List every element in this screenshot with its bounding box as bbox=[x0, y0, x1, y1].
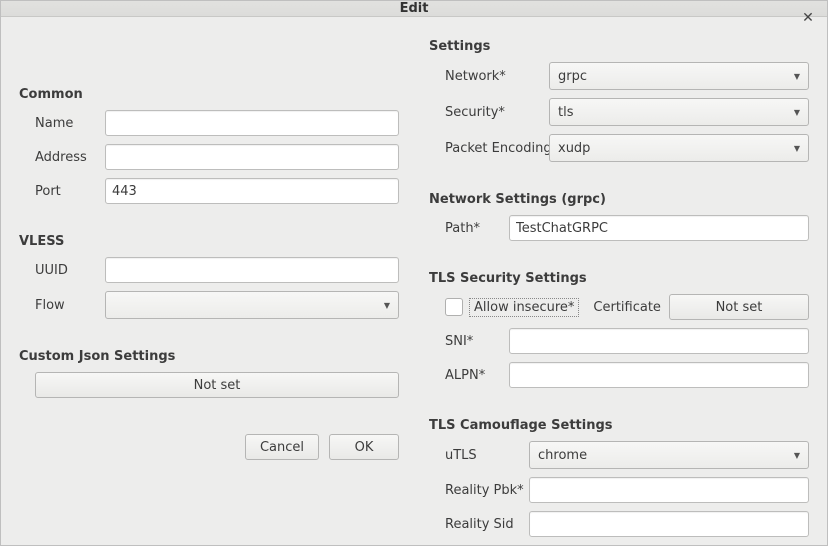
ok-button[interactable]: OK bbox=[329, 434, 399, 460]
titlebar: Edit ✕ bbox=[1, 1, 827, 17]
label-uuid: UUID bbox=[19, 263, 105, 278]
label-allow-insecure: Allow insecure* bbox=[469, 298, 579, 317]
section-title-settings: Settings bbox=[429, 39, 809, 54]
packet-encoding-select-value: xudp bbox=[558, 141, 590, 156]
section-vless: VLESS UUID Flow ▼ bbox=[19, 234, 399, 327]
certificate-button[interactable]: Not set bbox=[669, 294, 809, 320]
left-column: Common Name Address Port VLESS UUID bbox=[19, 35, 399, 546]
label-port: Port bbox=[19, 184, 105, 199]
section-tls-security: TLS Security Settings Allow insecure* Ce… bbox=[429, 271, 809, 396]
cancel-button-label: Cancel bbox=[260, 440, 304, 455]
label-reality-pbk: Reality Pbk* bbox=[429, 483, 529, 498]
custom-json-button-label: Not set bbox=[194, 378, 241, 393]
label-sni: SNI* bbox=[429, 334, 509, 349]
network-select-value: grpc bbox=[558, 69, 587, 84]
label-packet-encoding: Packet Encoding* bbox=[429, 141, 549, 156]
packet-encoding-select[interactable]: xudp ▼ bbox=[549, 134, 809, 162]
utls-select[interactable]: chrome ▼ bbox=[529, 441, 809, 469]
chevron-down-icon: ▼ bbox=[384, 301, 390, 310]
dialog-content: Common Name Address Port VLESS UUID bbox=[1, 17, 827, 546]
certificate-button-label: Not set bbox=[716, 300, 763, 315]
reality-sid-field[interactable] bbox=[529, 511, 809, 537]
ok-button-label: OK bbox=[355, 440, 374, 455]
address-field[interactable] bbox=[105, 144, 399, 170]
sni-field[interactable] bbox=[509, 328, 809, 354]
label-network: Network* bbox=[429, 69, 549, 84]
section-custom-json: Custom Json Settings Not set bbox=[19, 349, 399, 406]
cancel-button[interactable]: Cancel bbox=[245, 434, 319, 460]
section-title-network-settings: Network Settings (grpc) bbox=[429, 192, 809, 207]
reality-pbk-field[interactable] bbox=[529, 477, 809, 503]
label-reality-sid: Reality Sid bbox=[429, 517, 529, 532]
label-name: Name bbox=[19, 116, 105, 131]
section-network-settings: Network Settings (grpc) Path* bbox=[429, 192, 809, 249]
section-title-custom-json: Custom Json Settings bbox=[19, 349, 399, 364]
uuid-field[interactable] bbox=[105, 257, 399, 283]
section-title-common: Common bbox=[19, 87, 399, 102]
chevron-down-icon: ▼ bbox=[794, 108, 800, 117]
window-title: Edit bbox=[400, 1, 429, 16]
section-tls-camouflage: TLS Camouflage Settings uTLS chrome ▼ Re… bbox=[429, 418, 809, 545]
chevron-down-icon: ▼ bbox=[794, 144, 800, 153]
edit-dialog: Edit ✕ Common Name Address Port bbox=[0, 0, 828, 546]
allow-insecure-checkbox[interactable] bbox=[445, 298, 463, 316]
custom-json-button[interactable]: Not set bbox=[35, 372, 399, 398]
chevron-down-icon: ▼ bbox=[794, 72, 800, 81]
label-certificate: Certificate bbox=[593, 300, 661, 315]
section-title-vless: VLESS bbox=[19, 234, 399, 249]
label-utls: uTLS bbox=[429, 448, 529, 463]
port-field[interactable] bbox=[105, 178, 399, 204]
security-select-value: tls bbox=[558, 105, 573, 120]
section-title-tls-security: TLS Security Settings bbox=[429, 271, 809, 286]
section-settings: Settings Network* grpc ▼ Security* tls ▼ bbox=[429, 39, 809, 170]
utls-select-value: chrome bbox=[538, 448, 587, 463]
label-security: Security* bbox=[429, 105, 549, 120]
dialog-actions: Cancel OK bbox=[19, 434, 399, 460]
label-flow: Flow bbox=[19, 298, 105, 313]
section-common: Common Name Address Port bbox=[19, 87, 399, 212]
right-column: Settings Network* grpc ▼ Security* tls ▼ bbox=[429, 35, 809, 546]
name-field[interactable] bbox=[105, 110, 399, 136]
alpn-field[interactable] bbox=[509, 362, 809, 388]
close-icon[interactable]: ✕ bbox=[799, 9, 817, 27]
label-path: Path* bbox=[429, 221, 509, 236]
path-field[interactable] bbox=[509, 215, 809, 241]
chevron-down-icon: ▼ bbox=[794, 451, 800, 460]
network-select[interactable]: grpc ▼ bbox=[549, 62, 809, 90]
label-alpn: ALPN* bbox=[429, 368, 509, 383]
security-select[interactable]: tls ▼ bbox=[549, 98, 809, 126]
section-title-tls-camouflage: TLS Camouflage Settings bbox=[429, 418, 809, 433]
label-address: Address bbox=[19, 150, 105, 165]
flow-select[interactable]: ▼ bbox=[105, 291, 399, 319]
